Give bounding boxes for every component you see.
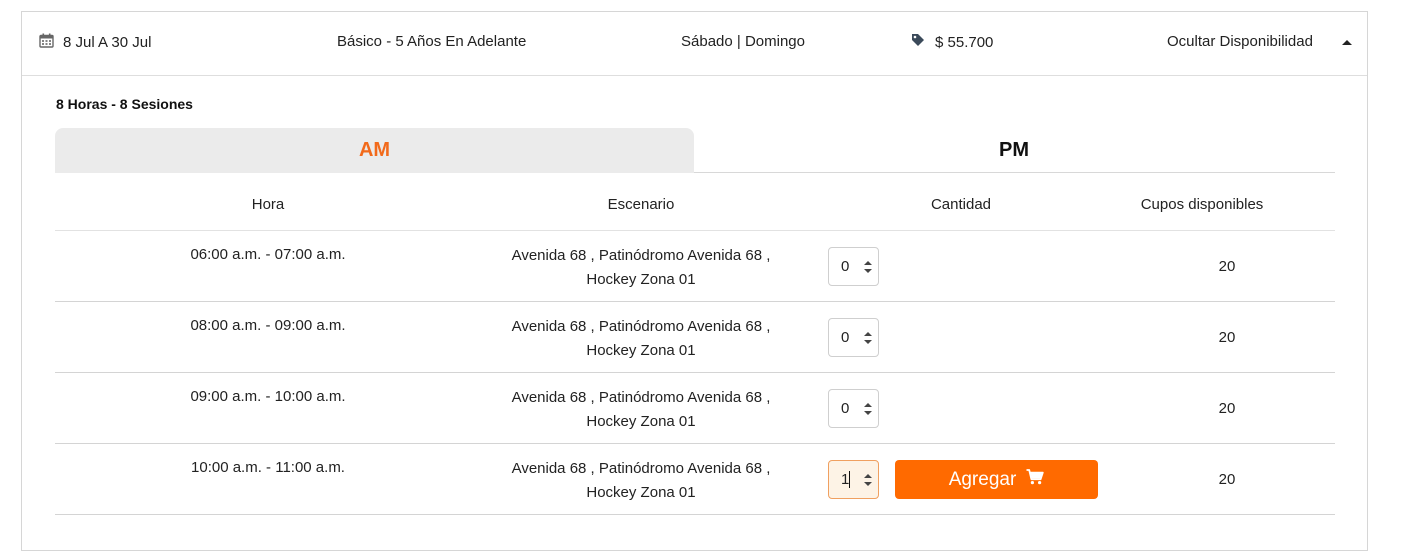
escenario-line2: Hockey Zona 01 [586,342,696,359]
date-range: 8 Jul A 30 Jul [39,33,151,53]
header-cupos: Cupos disponibles [1140,196,1264,213]
tag-icon [911,33,925,52]
header-cantidad: Cantidad [930,196,992,213]
escenario-line2: Hockey Zona 01 [586,484,696,501]
hora-cell: 10:00 a.m. - 11:00 a.m. [191,459,345,476]
quantity-stepper[interactable]: 1 [828,460,879,499]
quantity-value: 0 [841,258,850,275]
hora-cell: 08:00 a.m. - 09:00 a.m. [190,317,346,334]
price: $ 55.700 [911,33,993,52]
hora-cell: 09:00 a.m. - 10:00 a.m. [190,388,346,405]
sessions-label: 8 Horas - 8 Sesiones [56,96,193,112]
quantity-stepper[interactable]: 0 [828,318,879,357]
caret-up-icon[interactable] [1342,40,1352,45]
spinner-arrows-icon[interactable] [864,259,872,275]
cupos-cell: 20 [1218,400,1236,417]
escenario-line1: Avenida 68 , Patinódromo Avenida 68 , [511,318,771,335]
table-row: 09:00 a.m. - 10:00 a.m. Avenida 68 , Pat… [55,373,1335,444]
spinner-arrows-icon[interactable] [864,330,872,346]
date-range-text: 8 Jul A 30 Jul [63,34,152,51]
cupos-cell: 20 [1218,258,1236,275]
course-card: 8 Jul A 30 Jul Básico - 5 Años En Adelan… [21,11,1368,551]
cupos-cell: 20 [1218,471,1236,488]
hide-availability-link[interactable]: Ocultar Disponibilidad [1167,33,1313,51]
cupos-cell: 20 [1218,329,1236,346]
add-to-cart-button[interactable]: Agregar [895,460,1098,499]
shopping-cart-icon [1026,468,1044,491]
text-cursor [849,471,850,488]
price-text: $ 55.700 [935,33,994,51]
course-summary: 8 Jul A 30 Jul Básico - 5 Años En Adelan… [22,12,1367,76]
table-row: 06:00 a.m. - 07:00 a.m. Avenida 68 , Pat… [55,231,1335,302]
schedule-table: 06:00 a.m. - 07:00 a.m. Avenida 68 , Pat… [55,231,1335,515]
calendar-icon [39,33,54,53]
escenario-line1: Avenida 68 , Patinódromo Avenida 68 , [511,389,771,406]
escenario-cell: Avenida 68 , Patinódromo Avenida 68 , Ho… [481,315,801,363]
tab-am[interactable]: AM [55,128,694,173]
tab-pm[interactable]: PM [694,128,1334,173]
table-row: 10:00 a.m. - 11:00 a.m. Avenida 68 , Pat… [55,444,1335,515]
header-escenario: Escenario [607,196,675,213]
days-text: Sábado | Domingo [681,33,805,50]
quantity-value: 0 [841,329,850,346]
escenario-line1: Avenida 68 , Patinódromo Avenida 68 , [511,247,771,264]
escenario-line2: Hockey Zona 01 [586,271,696,288]
spinner-arrows-icon[interactable] [864,401,872,417]
spinner-arrows-icon[interactable] [864,472,872,488]
escenario-line2: Hockey Zona 01 [586,413,696,430]
add-button-label: Agregar [948,468,1017,490]
table-header: Hora Escenario Cantidad Cupos disponible… [55,173,1335,231]
header-hora: Hora [251,196,285,213]
escenario-cell: Avenida 68 , Patinódromo Avenida 68 , Ho… [481,457,801,505]
level-text: Básico - 5 Años En Adelante [337,33,527,50]
quantity-value: 0 [841,400,850,417]
escenario-cell: Avenida 68 , Patinódromo Avenida 68 , Ho… [481,386,801,434]
quantity-stepper[interactable]: 0 [828,247,879,286]
period-tabs: AM PM [55,128,1335,173]
escenario-cell: Avenida 68 , Patinódromo Avenida 68 , Ho… [481,244,801,292]
hora-cell: 06:00 a.m. - 07:00 a.m. [190,246,346,263]
quantity-stepper[interactable]: 0 [828,389,879,428]
escenario-line1: Avenida 68 , Patinódromo Avenida 68 , [511,460,771,477]
table-row: 08:00 a.m. - 09:00 a.m. Avenida 68 , Pat… [55,302,1335,373]
